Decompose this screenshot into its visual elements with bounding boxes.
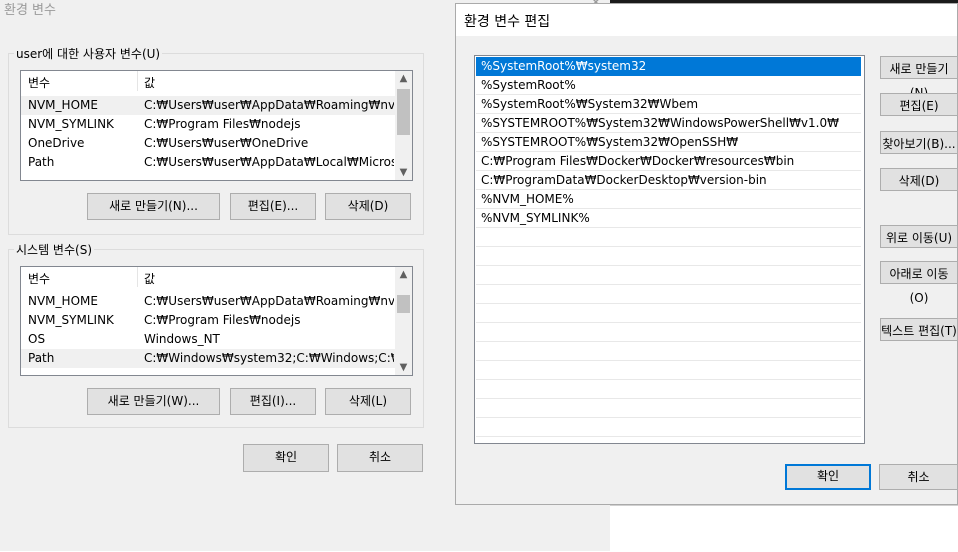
list-item[interactable]: %SYSTEMROOT%₩System32₩OpenSSH₩ [476,133,861,152]
move-down-button[interactable]: 아래로 이동(O) [880,261,958,305]
table-row[interactable]: NVM_HOME C:₩Users₩user₩AppData₩Roaming₩n… [21,96,396,115]
empty-list-row[interactable] [476,342,861,361]
list-item[interactable]: %SystemRoot%₩System32₩Wbem [476,95,861,114]
table-row[interactable]: NVM_SYMLINK C:₩Program Files₩nodejs [21,311,396,330]
path-browse-button[interactable]: 찾아보기(B)... [880,131,958,154]
dialog-title-bar: 환경 변수 편집 [456,4,957,36]
table-row[interactable]: NVM_SYMLINK C:₩Program Files₩nodejs [21,115,396,134]
scroll-thumb[interactable] [397,295,410,313]
path-delete-button[interactable]: 삭제(D) [880,168,958,191]
user-vars-scrollbar[interactable]: ▲ ▼ [395,71,412,180]
scroll-down-icon[interactable]: ▼ [395,362,412,373]
env-window-title: 환경 변수 [4,3,56,18]
dialog-ok-button[interactable]: 확인 [785,464,871,490]
user-delete-button[interactable]: 삭제(D) [325,193,411,220]
path-new-button[interactable]: 새로 만들기(N) [880,56,958,100]
empty-list-row[interactable] [476,361,861,380]
background-window [610,505,958,552]
move-up-button[interactable]: 위로 이동(U) [880,225,958,248]
text-edit-button[interactable]: 텍스트 편집(T) [880,318,958,341]
user-vars-header: 변수 값 [21,71,412,91]
empty-list-row[interactable] [476,418,861,437]
empty-list-row[interactable] [476,247,861,266]
list-item[interactable]: %SystemRoot%₩system32 [476,57,861,76]
empty-list-row[interactable] [476,285,861,304]
user-edit-button[interactable]: 편집(E)... [230,193,316,220]
column-header-variable[interactable]: 변수 [28,74,50,91]
table-row[interactable]: OS Windows_NT [21,330,396,349]
empty-list-row[interactable] [476,399,861,418]
dialog-cancel-button[interactable]: 취소 [879,464,958,490]
empty-list-row[interactable] [476,228,861,247]
path-edit-button[interactable]: 편집(E) [880,93,958,116]
scroll-thumb[interactable] [397,89,410,135]
scroll-down-icon[interactable]: ▼ [395,167,412,178]
system-edit-button[interactable]: 편집(I)... [230,388,316,415]
list-item[interactable]: %NVM_SYMLINK% [476,209,861,228]
user-vars-list[interactable]: 변수 값 NVM_HOME C:₩Users₩user₩AppData₩Roam… [20,70,413,181]
table-row[interactable]: Path C:₩Users₩user₩AppData₩Local₩Microso… [21,153,396,172]
system-vars-label: 시스템 변수(S) [14,241,94,258]
system-new-button[interactable]: 새로 만들기(W)... [87,388,220,415]
env-ok-button[interactable]: 확인 [243,444,329,472]
system-vars-scrollbar[interactable]: ▲ ▼ [395,267,412,375]
scroll-up-icon[interactable]: ▲ [395,73,412,84]
empty-list-row[interactable] [476,304,861,323]
list-item[interactable]: C:₩Program Files₩Docker₩Docker₩resources… [476,152,861,171]
user-vars-label: user에 대한 사용자 변수(U) [14,45,163,62]
table-row[interactable]: OneDrive C:₩Users₩user₩OneDrive [21,134,396,153]
list-item[interactable]: %SYSTEMROOT%₩System32₩WindowsPowerShell₩… [476,114,861,133]
table-row[interactable]: NVM_HOME C:₩Users₩user₩AppData₩Roaming₩n… [21,292,396,311]
column-header-value[interactable]: 값 [144,74,155,91]
env-cancel-button[interactable]: 취소 [337,444,423,472]
user-new-button[interactable]: 새로 만들기(N)... [87,193,220,220]
system-vars-list[interactable]: 변수 값 NVM_HOME C:₩Users₩user₩AppData₩Roam… [20,266,413,376]
dialog-title: 환경 변수 편집 [464,14,551,30]
empty-list-row[interactable] [476,323,861,342]
table-row[interactable]: Path C:₩Windows₩system32;C:₩Windows;C:₩.… [21,349,396,368]
list-item[interactable]: %SystemRoot% [476,76,861,95]
list-item[interactable]: C:₩ProgramData₩DockerDesktop₩version-bin [476,171,861,190]
scroll-up-icon[interactable]: ▲ [395,269,412,280]
list-item[interactable]: %NVM_HOME% [476,190,861,209]
empty-list-row[interactable] [476,380,861,399]
system-vars-header: 변수 값 [21,267,412,287]
empty-list-row[interactable] [476,266,861,285]
column-header-value[interactable]: 값 [144,270,155,287]
system-delete-button[interactable]: 삭제(L) [325,388,411,415]
column-header-variable[interactable]: 변수 [28,270,50,287]
path-list[interactable]: %SystemRoot%₩system32 %SystemRoot% %Syst… [474,55,865,444]
